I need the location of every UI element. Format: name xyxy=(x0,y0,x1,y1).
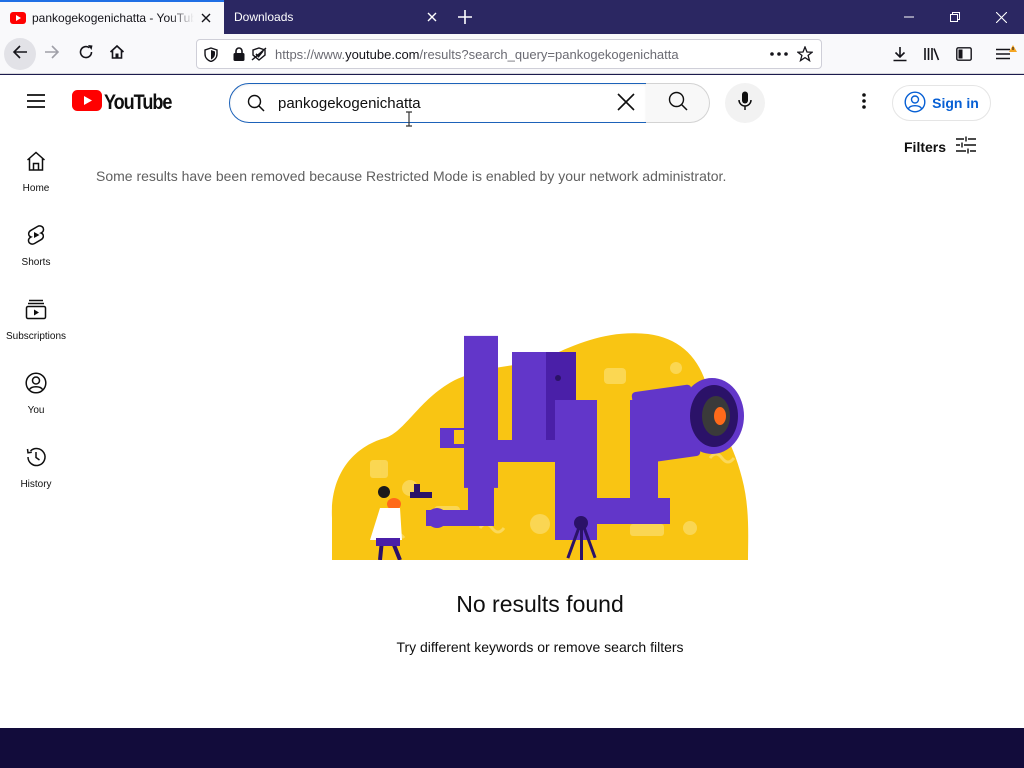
page-viewport: YouTube pankogekogenichatta Sign in Home… xyxy=(0,75,1024,728)
back-icon xyxy=(12,44,28,65)
no-results-illustration xyxy=(331,333,749,560)
star-icon[interactable] xyxy=(795,44,815,64)
sidebar-item-label: You xyxy=(27,405,45,416)
subscriptions-icon xyxy=(25,298,47,325)
text-cursor-icon xyxy=(406,111,412,127)
downloads-icon[interactable] xyxy=(888,42,912,66)
window-close-button[interactable] xyxy=(978,0,1024,34)
menu-icon[interactable] xyxy=(994,42,1018,66)
search-input[interactable] xyxy=(278,94,578,112)
sidebar-item-home[interactable]: Home xyxy=(0,131,72,205)
taskbar xyxy=(0,728,1024,768)
new-tab-button[interactable] xyxy=(452,5,478,29)
sign-in-button[interactable]: Sign in xyxy=(892,85,991,121)
sidebar-item-history[interactable]: History xyxy=(0,427,72,501)
shield-icon[interactable] xyxy=(201,44,221,64)
youtube-logo[interactable]: YouTube xyxy=(72,90,182,116)
url-path: /results?search_query=pankogekogenichatt… xyxy=(419,46,679,62)
tab-title: Downloads xyxy=(234,10,294,24)
sign-in-label: Sign in xyxy=(932,95,979,111)
no-results-hint: Try different keywords or remove search … xyxy=(396,639,684,655)
back-button[interactable] xyxy=(4,38,36,70)
url-prefix: https://www. xyxy=(275,46,346,62)
close-icon[interactable] xyxy=(194,6,218,30)
tab-title: pankogekogenichatta - YouTube xyxy=(32,11,194,25)
sidebar-item-subscriptions[interactable]: Subscriptions xyxy=(0,279,72,353)
tab-strip: pankogekogenichatta - YouTube Downloads xyxy=(0,0,1024,34)
guide-menu-button[interactable] xyxy=(20,89,52,117)
url-bar[interactable]: https://www.youtube.com/results?search_q… xyxy=(196,39,822,69)
you-icon xyxy=(25,372,47,399)
youtube-play-icon xyxy=(72,90,102,116)
filters-button[interactable]: Filters xyxy=(904,136,977,157)
shorts-icon xyxy=(25,224,47,251)
voice-search-button[interactable] xyxy=(725,83,765,123)
search-icon xyxy=(234,94,278,112)
home-button[interactable] xyxy=(101,38,133,70)
sidebar-icon[interactable] xyxy=(952,42,976,66)
home-icon xyxy=(25,150,47,177)
clear-search-button[interactable] xyxy=(610,88,642,120)
youtube-favicon-icon xyxy=(10,10,26,26)
more-icon[interactable] xyxy=(769,44,789,64)
lock-icon[interactable] xyxy=(229,44,249,64)
close-icon xyxy=(617,92,635,116)
sidebar-item-label: Shorts xyxy=(21,257,51,268)
youtube-masthead: YouTube pankogekogenichatta Sign in xyxy=(0,75,1024,131)
reload-button[interactable] xyxy=(70,38,102,70)
reload-icon xyxy=(78,44,94,65)
sidebar-item-you[interactable]: You xyxy=(0,353,72,427)
restricted-mode-message: Some results have been removed because R… xyxy=(96,168,727,184)
sidebar-item-label: Subscriptions xyxy=(5,331,67,342)
microphone-icon xyxy=(738,91,752,116)
no-results-title: No results found xyxy=(456,591,624,617)
sidebar-item-label: Home xyxy=(22,183,50,194)
search-button[interactable] xyxy=(646,83,710,123)
restore-button[interactable] xyxy=(932,0,978,34)
history-icon xyxy=(25,446,47,473)
settings-more-button[interactable] xyxy=(851,89,877,117)
youtube-wordmark: YouTube xyxy=(104,91,172,114)
library-icon[interactable] xyxy=(920,42,944,66)
home-icon xyxy=(109,44,125,65)
sidebar-item-shorts[interactable]: Shorts xyxy=(0,205,72,279)
search-box[interactable] xyxy=(229,83,647,123)
forward-button[interactable] xyxy=(36,38,68,70)
search-icon xyxy=(668,91,688,116)
filter-sliders-icon xyxy=(956,136,977,157)
close-icon[interactable] xyxy=(420,5,444,29)
permissions-icon[interactable] xyxy=(249,44,269,64)
tab-youtube[interactable]: pankogekogenichatta - YouTube xyxy=(0,0,224,34)
vertical-dots-icon xyxy=(862,92,866,114)
url-domain: youtube.com xyxy=(345,46,420,62)
url-text[interactable]: https://www.youtube.com/results?search_q… xyxy=(275,47,679,62)
account-icon xyxy=(904,90,926,116)
navigation-toolbar: https://www.youtube.com/results?search_q… xyxy=(0,34,1024,74)
tab-downloads[interactable]: Downloads xyxy=(224,0,450,34)
hamburger-icon xyxy=(26,93,46,114)
browser-window: pankogekogenichatta - YouTube Downloads xyxy=(0,0,1024,768)
filters-label: Filters xyxy=(904,138,947,155)
forward-icon xyxy=(44,44,60,65)
sidebar-item-label: History xyxy=(20,479,52,490)
minimize-button[interactable] xyxy=(886,0,932,34)
